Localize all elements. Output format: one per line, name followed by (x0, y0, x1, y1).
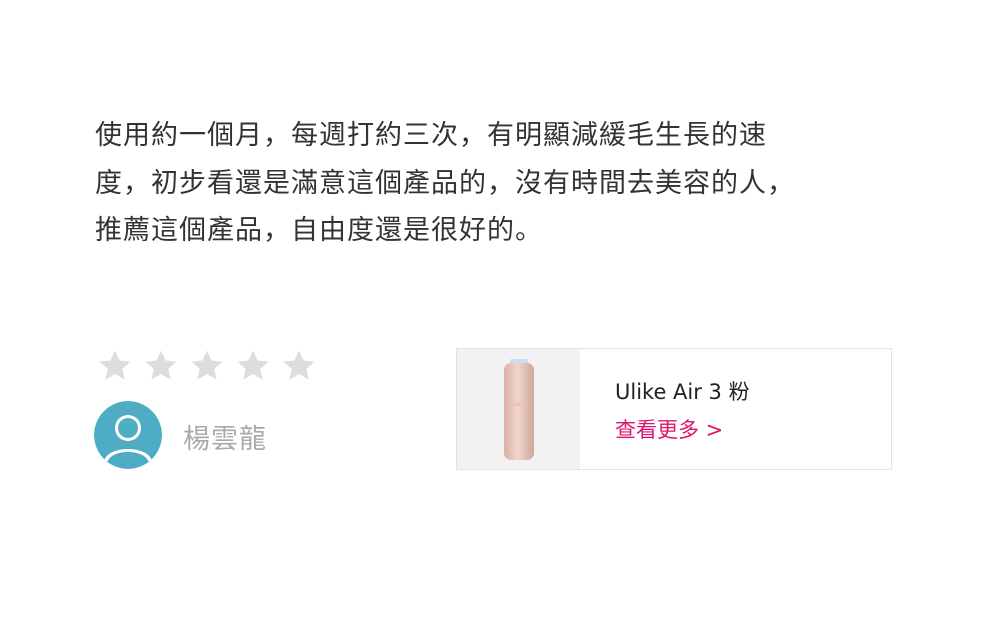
star-icon (280, 347, 318, 385)
product-name: Ulike Air 3 粉 (615, 380, 750, 404)
product-thumbnail (457, 349, 580, 469)
product-info: Ulike Air 3 粉 查看更多 > (580, 349, 750, 469)
product-card[interactable]: Ulike Air 3 粉 查看更多 > (456, 348, 892, 470)
star-icon (96, 347, 134, 385)
review-text-line: 度，初步看還是滿意這個產品的，沒有時間去美容的人， (95, 167, 795, 199)
review-text-line: 使用約一個月，每週打約三次，有明顯減緩毛生長的速 (95, 120, 767, 151)
hair-removal-device-image (504, 359, 534, 460)
star-rating (96, 347, 318, 385)
star-icon (234, 347, 272, 385)
view-more-link[interactable]: 查看更多 > (615, 415, 750, 445)
review-text-line: 推薦這個產品，自由度還是很好的。 (95, 215, 543, 246)
reviewer-name: 楊雲龍 (183, 424, 267, 455)
star-icon (188, 347, 226, 385)
review-text: 使用約一個月，每週打約三次，有明顯減緩毛生長的速 度，初步看還是滿意這個產品的，… (95, 112, 895, 255)
user-avatar-icon (94, 401, 162, 469)
star-icon (142, 347, 180, 385)
